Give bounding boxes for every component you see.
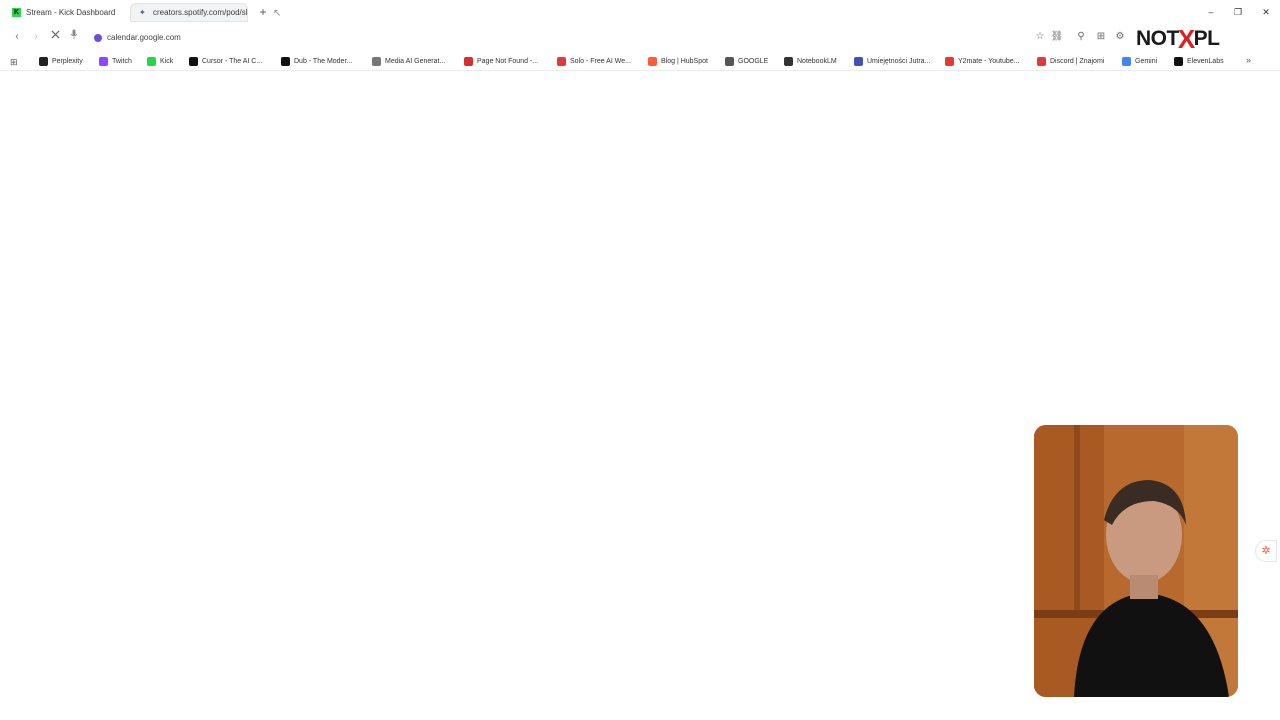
bookmark-item[interactable]: Media AI Generat...: [372, 54, 445, 68]
tab-spotify-creators[interactable]: ✦ creators.spotify.com/pod/sho: [130, 3, 248, 22]
bookmark-label: Blog | HubSpot: [661, 57, 708, 65]
microphone-icon[interactable]: [66, 29, 82, 45]
bookmark-item[interactable]: NotebookLM: [784, 54, 837, 68]
extensions-puzzle-icon[interactable]: ⊞: [1093, 29, 1109, 45]
bookmark-item[interactable]: Discord | Znajomi: [1037, 54, 1104, 68]
address-bar[interactable]: calendar.google.com: [90, 29, 990, 46]
gemini-icon: [1122, 56, 1131, 66]
bookmark-label: Discord | Znajomi: [1050, 57, 1105, 65]
perplexity-icon: [39, 56, 48, 66]
ai-icon: [854, 56, 863, 66]
close-button[interactable]: ✕: [1258, 4, 1274, 20]
bookmark-item[interactable]: Solo - Free AI We...: [557, 54, 631, 68]
twitch-icon: [99, 56, 108, 66]
bookmark-label: Gemini: [1135, 57, 1158, 65]
bookmark-label: Y2mate - Youtube...: [958, 57, 1020, 65]
brand-logo: NOT X PL: [1136, 24, 1220, 54]
logo-text-right: PL: [1193, 27, 1220, 50]
hubspot-widget-icon[interactable]: ✲: [1255, 540, 1277, 562]
share-link-icon[interactable]: ⛓: [1049, 29, 1065, 45]
stop-loading-icon: [50, 30, 60, 39]
kick-icon: [147, 56, 156, 66]
folder-icon: [725, 56, 734, 66]
bookmark-item[interactable]: Kick: [147, 54, 173, 68]
bookmark-label: Solo - Free AI We...: [570, 57, 631, 65]
apps-grid-icon[interactable]: ⊞: [10, 57, 18, 68]
forward-button[interactable]: ›: [28, 29, 44, 45]
bookmark-item[interactable]: Gemini: [1122, 54, 1157, 68]
bookmark-item[interactable]: Page Not Found -...: [464, 54, 538, 68]
solo-icon: [557, 56, 566, 66]
bookmark-item[interactable]: Blog | HubSpot: [648, 54, 708, 68]
tab-strip: K Stream - Kick Dashboard ✦ creators.spo…: [0, 0, 1280, 25]
minimize-button[interactable]: –: [1203, 4, 1219, 20]
site-icon: [94, 33, 102, 42]
bookmark-label: NotebookLM: [797, 57, 837, 65]
discord-icon: [1037, 56, 1046, 66]
globe-icon: [372, 56, 381, 66]
dub-icon: [281, 56, 290, 66]
logo-x-mark: X: [1177, 23, 1195, 54]
error-icon: [464, 56, 473, 66]
reload-stop-button[interactable]: [47, 29, 63, 45]
webcam-person-image: [1034, 425, 1238, 697]
new-tab-button[interactable]: +: [256, 4, 270, 20]
bookmark-label: Umiejętności Jutra...: [867, 57, 931, 65]
back-button[interactable]: ‹: [9, 29, 25, 45]
bookmark-item[interactable]: Twitch: [99, 54, 132, 68]
hubspot-icon: [648, 56, 657, 66]
elevenlabs-icon: [1174, 56, 1183, 66]
address-url: calendar.google.com: [107, 33, 181, 42]
bookmark-label: Twitch: [112, 57, 132, 65]
restore-button[interactable]: ❐: [1230, 4, 1246, 20]
bookmark-star-icon[interactable]: ☆: [1032, 29, 1048, 45]
bookmark-label: Page Not Found -...: [477, 57, 539, 65]
logo-text-left: NOT: [1136, 27, 1179, 50]
tab-label: Stream - Kick Dashboard: [26, 8, 116, 17]
bookmarks-bar: ⊞ Perplexity Twitch Kick Cursor - The AI C.…: [0, 51, 1280, 71]
bookmark-item[interactable]: ElevenLabs: [1174, 54, 1224, 68]
bookmark-label: Cursor - The AI C...: [202, 57, 263, 65]
bookmark-label: Dub - The Moder...: [294, 57, 353, 65]
tab-label: creators.spotify.com/pod/sho: [153, 8, 247, 17]
tab-kick-dashboard[interactable]: K Stream - Kick Dashboard: [4, 3, 126, 22]
mouse-cursor-icon: ↖: [273, 8, 282, 19]
bookmark-item[interactable]: Umiejętności Jutra...: [854, 54, 930, 68]
bookmark-item[interactable]: Dub - The Moder...: [281, 54, 352, 68]
bookmark-label: ElevenLabs: [1187, 57, 1224, 65]
browser-window: K Stream - Kick Dashboard ✦ creators.spo…: [0, 0, 1280, 720]
download-icon: [945, 56, 954, 66]
bookmark-item[interactable]: GOOGLE: [725, 54, 768, 68]
notebooklm-icon: [784, 56, 793, 66]
settings-icon[interactable]: ⚙: [1112, 29, 1128, 45]
bookmark-item[interactable]: Y2mate - Youtube...: [945, 54, 1020, 68]
bookmark-label: Kick: [160, 57, 174, 65]
bookmark-label: Perplexity: [52, 57, 83, 65]
cursor-icon: [189, 56, 198, 66]
bookmark-label: Media AI Generat...: [385, 57, 446, 65]
kick-icon: K: [12, 8, 21, 17]
spotify-creators-icon: ✦: [139, 8, 146, 17]
browser-toolbar: ‹ › calendar.google.com ☆ ⛓ ⚲ ⊞ ⚙: [0, 25, 1280, 68]
webcam-overlay: [1034, 425, 1238, 697]
bookmark-item[interactable]: Perplexity: [39, 54, 83, 68]
bookmark-label: GOOGLE: [738, 57, 769, 65]
more-bookmarks-chevron-icon[interactable]: »: [1246, 55, 1251, 65]
bookmark-item[interactable]: Cursor - The AI C...: [189, 54, 262, 68]
extension-icon[interactable]: ⚲: [1073, 29, 1089, 45]
